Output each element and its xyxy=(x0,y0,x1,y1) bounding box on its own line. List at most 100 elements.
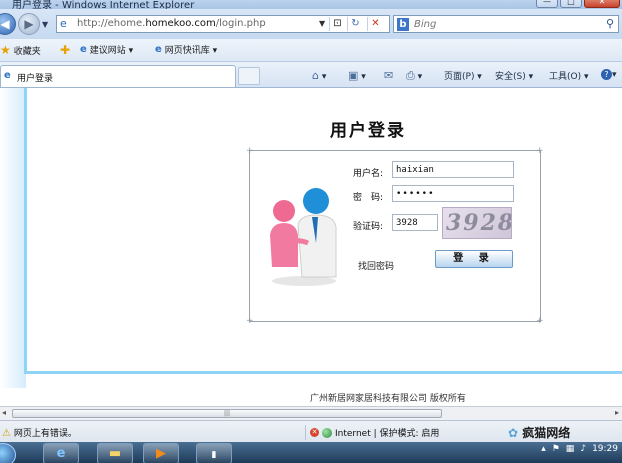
system-tray: ▴ ⚑ ▦ ♪ 19:29 xyxy=(541,444,618,454)
bing-icon: b xyxy=(397,18,409,31)
mail-icon: ✉ xyxy=(384,69,394,82)
web-slice-gallery-label: 网页快讯库 ▾ xyxy=(164,46,218,56)
horizontal-scrollbar[interactable]: ◂ ||| ▸ xyxy=(0,406,622,420)
taskbar-ie[interactable]: e xyxy=(43,443,79,463)
stop-icon[interactable]: ✕ xyxy=(367,17,383,31)
corner-mark: + xyxy=(246,146,254,156)
left-gradient-decoration xyxy=(0,88,26,388)
window-title-bar: 用户登录 - Windows Internet Explorer — □ ✕ xyxy=(0,0,622,9)
zone-text: Internet | 保护模式: 启用 xyxy=(335,429,440,439)
favorites-star-icon: ★ xyxy=(0,43,11,57)
clock[interactable]: 19:29 xyxy=(592,444,618,454)
web-slice-gallery-link[interactable]: e 网页快讯库 ▾ xyxy=(155,43,217,56)
back-button[interactable]: ◀ xyxy=(0,13,16,35)
security-zone[interactable]: ✕ Internet | 保护模式: 启用 xyxy=(305,425,439,440)
watermark: ✿ 疯猫网络 xyxy=(508,424,570,441)
forward-button[interactable]: ▶ xyxy=(18,13,40,35)
warning-icon: ⚠ xyxy=(2,428,11,439)
page-menu[interactable]: 页面(P) ▾ xyxy=(444,69,482,82)
address-dropdown-icon[interactable]: ▼ xyxy=(319,19,325,28)
corner-mark: + xyxy=(536,146,544,156)
page-icon: e xyxy=(60,17,67,30)
address-field[interactable]: e http://ehome.homekoo.com/login.php ▼ ⊡… xyxy=(56,15,390,33)
console-icon: ▮ xyxy=(211,450,217,460)
recent-pages-dropdown[interactable]: ▼ xyxy=(42,20,48,29)
internet-globe-icon xyxy=(322,427,332,438)
print-button[interactable]: ⎙ ▾ xyxy=(406,69,422,83)
username-field[interactable] xyxy=(392,161,514,178)
tools-menu[interactable]: 工具(O) ▾ xyxy=(549,69,589,82)
login-panel: + + + + 用户名: 密 码: 验证码: 3928 找回密码 登 录 xyxy=(246,146,544,326)
ie-page-icon: e xyxy=(4,70,11,81)
popup-blocked-icon: ✕ xyxy=(310,428,319,437)
favorites-bar: ★ 收藏夹 ✚ e 建议网站 ▾ e 网页快讯库 ▾ xyxy=(0,39,622,62)
refresh-icon[interactable]: ↻ xyxy=(347,17,363,31)
corner-mark: + xyxy=(246,316,254,326)
captcha-image[interactable]: 3928 xyxy=(442,207,512,239)
scrollbar-thumb[interactable]: ||| xyxy=(12,409,442,418)
help-button[interactable]: ? ▾ xyxy=(601,69,617,80)
forgot-password-link[interactable]: 找回密码 xyxy=(358,259,394,272)
close-button[interactable]: ✕ xyxy=(584,0,620,8)
ie-page-icon: e xyxy=(80,44,87,55)
taskbar-console[interactable]: ▮ xyxy=(196,443,232,463)
search-input[interactable] xyxy=(414,17,594,31)
back-arrow-icon: ◀ xyxy=(0,17,10,31)
feeds-icon: ▣ xyxy=(348,69,359,82)
search-icon[interactable]: ⚲ xyxy=(606,17,614,30)
suggested-sites-label: 建议网站 ▾ xyxy=(89,46,134,56)
page-title: 用户登录 xyxy=(330,121,406,141)
start-button[interactable] xyxy=(0,443,16,463)
network-icon[interactable]: ▦ xyxy=(566,444,575,454)
suggested-sites-link[interactable]: e 建议网站 ▾ xyxy=(80,43,133,56)
safety-menu[interactable]: 安全(S) ▾ xyxy=(495,69,533,82)
tray-arrow-icon[interactable]: ▴ xyxy=(541,444,546,454)
users-illustration xyxy=(270,188,337,286)
printer-icon: ⎙ xyxy=(406,69,415,82)
username-label: 用户名: xyxy=(353,169,384,179)
tab-command-bar: e 用户登录 ⌂ ▾ ▣ ▾ ✉ ⎙ ▾ 页面(P) ▾ 安全(S) ▾ 工具(… xyxy=(0,62,622,88)
search-box[interactable]: b ⚲ xyxy=(393,15,619,33)
volume-icon[interactable]: ♪ xyxy=(580,444,586,454)
url-text[interactable]: http://ehome.homekoo.com/login.php xyxy=(77,18,266,29)
taskbar: e ▬ ▶ ▮ ▴ ⚑ ▦ ♪ 19:29 xyxy=(0,442,622,463)
password-field[interactable] xyxy=(392,185,514,202)
captcha-image-text: 3928 xyxy=(446,210,512,236)
favorites-button[interactable]: ★ 收藏夹 xyxy=(0,43,41,57)
favorites-label: 收藏夹 xyxy=(13,46,41,57)
address-toolbar: ◀ ▶ ▼ e http://ehome.homekoo.com/login.p… xyxy=(0,9,622,39)
window-controls: — □ ✕ xyxy=(536,0,620,8)
maximize-button[interactable]: □ xyxy=(560,0,582,8)
minimize-button[interactable]: — xyxy=(536,0,558,8)
ie-page-icon: e xyxy=(155,44,162,55)
scroll-right-arrow-icon[interactable]: ▸ xyxy=(615,408,619,417)
copyright-footer: 广州新居网家居科技有限公司 版权所有 xyxy=(310,394,466,404)
captcha-field[interactable] xyxy=(392,214,438,231)
internet-explorer-icon: e xyxy=(56,446,66,461)
compatibility-view-icon[interactable]: ⊡ xyxy=(329,17,345,31)
login-button[interactable]: 登 录 xyxy=(435,250,513,268)
home-button[interactable]: ⌂ ▾ xyxy=(312,69,326,82)
window-title: 用户登录 - Windows Internet Explorer xyxy=(12,0,195,9)
taskbar-explorer[interactable]: ▬ xyxy=(97,443,133,463)
page-error-status[interactable]: ⚠ 网页上有错误。 xyxy=(2,426,77,439)
new-tab-button[interactable] xyxy=(238,67,260,85)
home-icon: ⌂ xyxy=(312,69,319,82)
status-bar: ⚠ 网页上有错误。 ✕ Internet | 保护模式: 启用 ✿ 疯猫网络 xyxy=(0,420,622,442)
watermark-text: 疯猫网络 xyxy=(522,426,571,440)
page-viewport: 用户登录 + + + + 用户名: 密 码: 验证码: 3928 找回密码 登 … xyxy=(0,88,622,406)
tab-user-login[interactable]: e 用户登录 xyxy=(0,65,236,87)
status-text: 网页上有错误。 xyxy=(13,429,77,439)
scroll-left-arrow-icon[interactable]: ◂ xyxy=(2,408,6,417)
tab-label: 用户登录 xyxy=(17,74,54,84)
read-mail-button[interactable]: ✉ xyxy=(384,69,393,82)
add-favorite-icon: ✚ xyxy=(60,43,71,57)
add-favorite-button[interactable]: ✚ xyxy=(60,43,70,57)
feeds-button[interactable]: ▣ ▾ xyxy=(348,69,366,82)
action-center-icon[interactable]: ⚑ xyxy=(552,444,560,454)
forward-arrow-icon: ▶ xyxy=(24,17,34,31)
help-icon: ? xyxy=(601,69,612,80)
media-player-icon: ▶ xyxy=(156,446,166,461)
taskbar-media-player[interactable]: ▶ xyxy=(143,443,179,463)
folder-icon: ▬ xyxy=(108,446,122,461)
